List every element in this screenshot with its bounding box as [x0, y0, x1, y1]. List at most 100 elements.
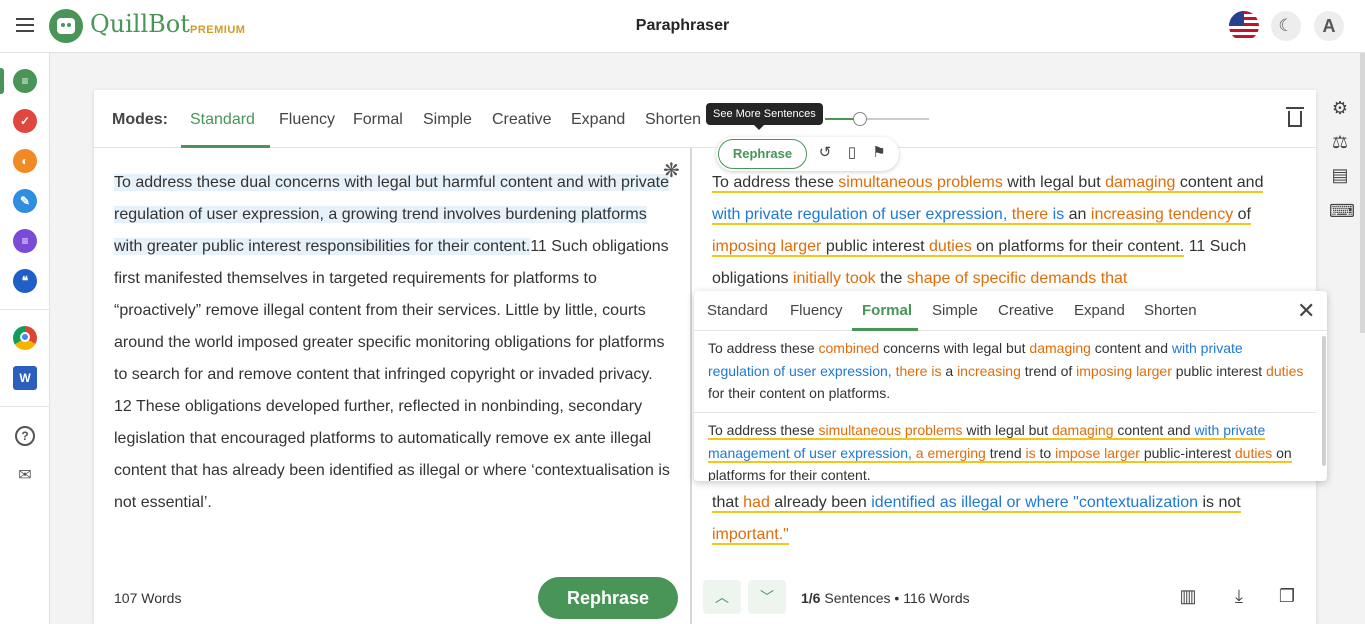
text-segment[interactable]: important." — [712, 526, 789, 545]
rephrase-sentence-button[interactable]: Rephrase — [718, 139, 807, 169]
grammar-checker-icon[interactable]: ✓ — [13, 109, 37, 133]
text-segment[interactable]: there — [1011, 206, 1049, 225]
modes-label: Modes: — [112, 111, 168, 128]
alternative-sentence[interactable]: To address these simultaneous problems w… — [708, 419, 1308, 481]
download-icon[interactable]: ⤓ — [1229, 586, 1249, 608]
dark-mode-toggle[interactable]: ☾ — [1271, 11, 1301, 41]
text-segment[interactable]: increasing — [957, 363, 1021, 379]
compare-modes-icon[interactable]: ⚖ — [1329, 131, 1351, 153]
us-flag-icon[interactable] — [1229, 11, 1259, 41]
sentence-info: 1/6 Sentences • 116 Words — [801, 590, 970, 606]
rephrase-button[interactable]: Rephrase — [538, 577, 678, 619]
settings-gear-icon[interactable]: ⚙ — [1329, 97, 1351, 119]
alternatives-popup: Standard Fluency Formal Simple Creative … — [694, 291, 1327, 481]
text-segment[interactable]: initially took — [793, 270, 876, 287]
page-scrollbar[interactable] — [1360, 53, 1365, 333]
text-segment[interactable]: combined — [819, 340, 880, 356]
text-segment[interactable]: identified as illegal or where "contextu… — [871, 494, 1199, 513]
popup-tab-standard[interactable]: Standard — [707, 302, 768, 319]
text-segment: for their content on platforms. — [708, 385, 891, 401]
output-text-area[interactable]: To address these simultaneous problems w… — [712, 167, 1292, 545]
keyboard-icon[interactable]: ⌨ — [1329, 200, 1355, 222]
synonyms-slider[interactable] — [825, 112, 929, 126]
sentence-toolbar: Rephrase ↺ ▯ ⚑ — [716, 137, 899, 171]
freeze-words-icon[interactable]: ❋ — [663, 158, 680, 183]
plagiarism-checker-icon[interactable]: ◐ — [13, 149, 37, 173]
text-segment[interactable]: damaging — [1051, 422, 1114, 440]
text-segment[interactable]: imposing larger — [1076, 363, 1172, 379]
text-segment: content and — [1113, 422, 1195, 440]
popup-scrollbar[interactable] — [1322, 336, 1326, 466]
input-text-area[interactable]: To address these dual concerns with lega… — [114, 167, 674, 519]
help-icon[interactable]: ? — [15, 426, 35, 446]
text-segment[interactable]: impose larger — [1055, 444, 1140, 463]
close-icon[interactable]: ✕ — [1297, 298, 1315, 324]
trash-icon[interactable] — [1286, 107, 1304, 127]
slider-handle[interactable] — [853, 112, 867, 126]
mode-tab-simple[interactable]: Simple — [423, 111, 472, 129]
mode-tab-formal[interactable]: Formal — [353, 111, 403, 129]
previous-sentence-button[interactable]: ︿ — [703, 580, 741, 614]
popup-tab-expand[interactable]: Expand — [1074, 302, 1125, 319]
text-segment[interactable]: duties — [929, 238, 972, 257]
sentence-label: Sentences — [824, 590, 891, 606]
popup-mode-tabs: Standard Fluency Formal Simple Creative … — [694, 291, 1327, 331]
text-segment[interactable]: duties — [1266, 363, 1303, 379]
text-segment: trend — [985, 444, 1026, 463]
column-divider[interactable] — [690, 148, 692, 624]
statistics-icon[interactable]: ▥ — [1178, 586, 1198, 608]
text-segment: already been — [769, 494, 872, 513]
text-segment: on platforms for their content. — [971, 238, 1185, 257]
copy-icon[interactable]: ❐ — [1277, 586, 1297, 608]
text-segment[interactable]: simultaneous problems — [818, 422, 963, 440]
text-segment[interactable]: duties — [1234, 444, 1273, 463]
popup-tab-creative[interactable]: Creative — [998, 302, 1054, 319]
alternative-sentence[interactable]: To address these combined concerns with … — [708, 337, 1308, 405]
output-sentences[interactable]: To address these simultaneous problems w… — [712, 174, 1264, 287]
text-segment[interactable]: is — [1052, 206, 1065, 225]
text-segment[interactable]: a emerging — [915, 444, 986, 463]
next-sentence-button[interactable]: ﹀ — [748, 580, 786, 614]
popup-tab-shorten[interactable]: Shorten — [1144, 302, 1197, 319]
popup-tab-formal[interactable]: Formal — [862, 302, 912, 319]
text-segment[interactable]: shape of specific demands that — [907, 270, 1128, 287]
co-writer-icon[interactable]: ✎ — [13, 189, 37, 213]
text-segment: is not — [1198, 494, 1241, 513]
text-segment[interactable]: with private regulation of user expressi… — [712, 206, 1008, 225]
flag-icon[interactable]: ⚑ — [871, 145, 887, 161]
popup-tab-simple[interactable]: Simple — [932, 302, 978, 319]
mode-tab-fluency[interactable]: Fluency — [279, 111, 335, 129]
mode-tab-expand[interactable]: Expand — [571, 111, 625, 129]
app-name[interactable]: QuillBot — [90, 10, 190, 38]
text-segment[interactable]: simultaneous problems — [838, 174, 1003, 193]
word-addin-icon[interactable]: W — [13, 366, 37, 390]
copy-sentence-icon[interactable]: ▯ — [844, 145, 860, 161]
citation-generator-icon[interactable]: ❝ — [13, 269, 37, 293]
text-segment[interactable]: increasing tendency — [1090, 206, 1234, 225]
text-segment[interactable]: imposing larger — [712, 238, 822, 257]
see-more-sentences-tooltip: See More Sentences — [706, 103, 823, 130]
summarizer-icon[interactable]: ≡ — [13, 229, 37, 253]
text-segment[interactable]: damaging — [1105, 174, 1176, 193]
premium-badge: PREMIUM — [190, 24, 246, 36]
text-segment: public interest — [821, 238, 929, 257]
chrome-extension-icon[interactable] — [13, 326, 37, 350]
popup-tab-fluency[interactable]: Fluency — [790, 302, 843, 319]
text-segment[interactable]: there is — [896, 363, 942, 379]
undo-icon[interactable]: ↺ — [817, 145, 833, 161]
text-segment[interactable]: damaging — [1029, 340, 1091, 356]
mail-icon[interactable]: ✉ — [15, 466, 35, 486]
mode-tab-shorten[interactable]: Shorten — [645, 111, 701, 129]
mode-tab-standard[interactable]: Standard — [190, 111, 255, 129]
feedback-icon[interactable]: ▤ — [1329, 164, 1351, 186]
avatar[interactable]: A — [1314, 11, 1344, 41]
text-segment[interactable]: had — [743, 494, 770, 513]
text-segment: trend of — [1020, 362, 1077, 379]
output-tail-text[interactable]: that had already been identified as ille… — [712, 487, 1292, 551]
paraphraser-icon[interactable]: ≡ — [13, 69, 37, 93]
left-tool-rail: ≡ ✓ ◐ ✎ ≡ ❝ W ? ✉ — [0, 53, 50, 624]
text-segment[interactable]: is — [1025, 444, 1036, 463]
text-segment — [1048, 206, 1053, 225]
mode-tab-creative[interactable]: Creative — [492, 111, 552, 129]
menu-icon[interactable] — [16, 18, 34, 32]
